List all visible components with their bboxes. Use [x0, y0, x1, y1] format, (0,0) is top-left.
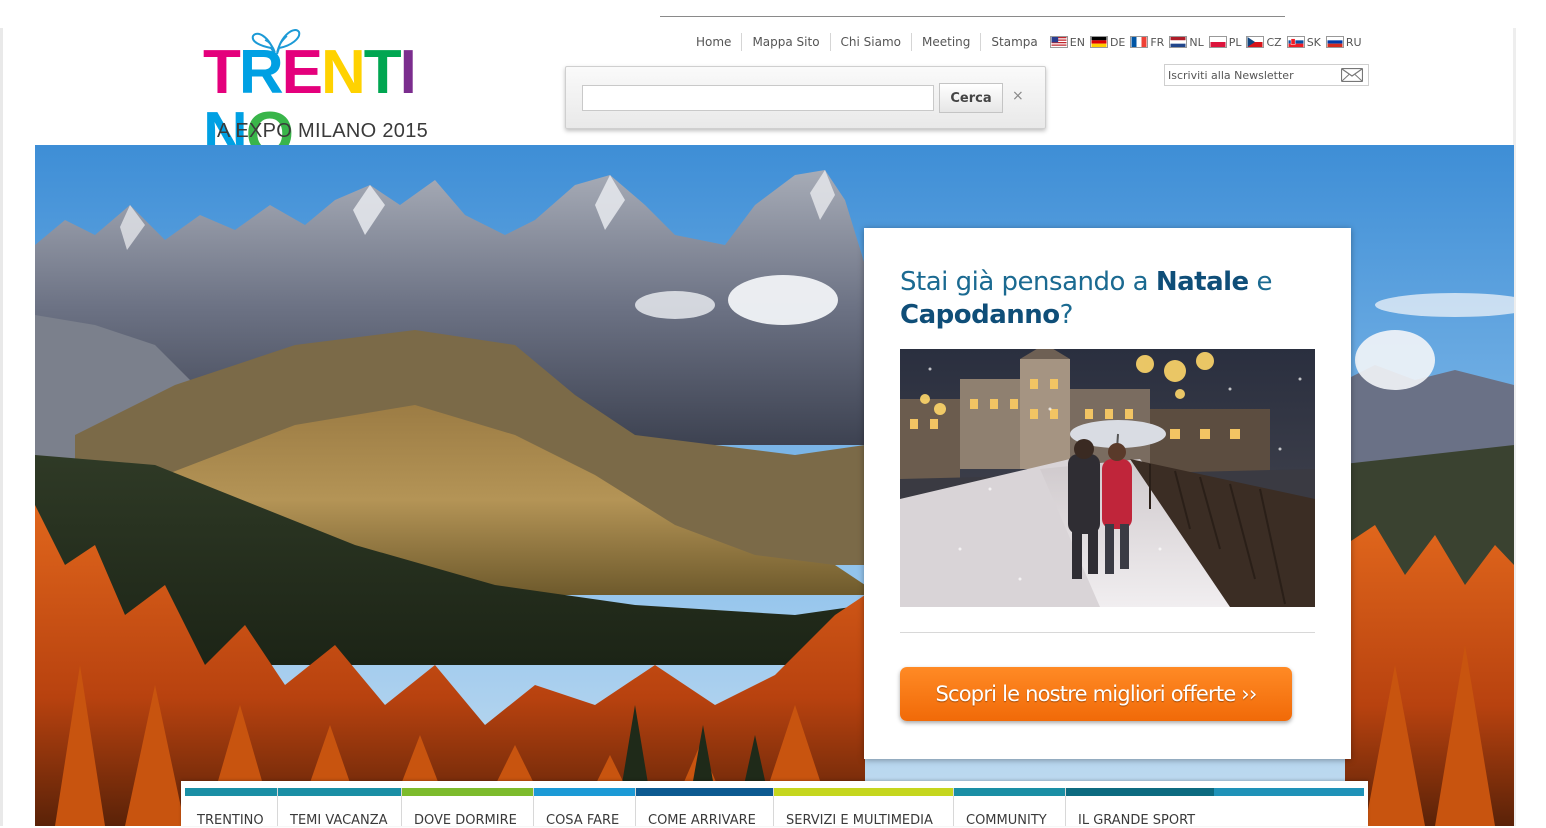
menu-tail-bar: [1214, 788, 1364, 796]
menu-item-trentino[interactable]: TRENTINO: [185, 788, 278, 828]
search-input[interactable]: [582, 85, 934, 111]
promo-photo[interactable]: [900, 349, 1315, 607]
search-panel: Cerca ×: [565, 66, 1046, 129]
promo-title: Stai già pensando a Natale e Capodanno?: [900, 267, 1272, 330]
lang-nl[interactable]: NL: [1169, 36, 1204, 49]
logo-letter: R: [238, 38, 284, 107]
logo-letter: E: [281, 38, 323, 107]
language-selector: EN DE FR NL PL CZ SK RU: [1049, 36, 1367, 49]
winter-couple-photo: [900, 349, 1315, 607]
promo-card: Stai già pensando a Natale e Capodanno?: [864, 228, 1351, 759]
lang-cz[interactable]: CZ: [1246, 36, 1282, 49]
main-menu: TRENTINO TEMI VACANZA DOVE DORMIRE COSA …: [181, 781, 1368, 828]
nav-link-about[interactable]: Chi Siamo: [831, 33, 913, 51]
menu-item-getting-there[interactable]: COME ARRIVARE: [636, 788, 774, 828]
offers-button[interactable]: Scopri le nostre migliori offerte ››: [900, 667, 1292, 721]
top-nav: Home Mappa Sito Chi Siamo Meeting Stampa…: [686, 33, 1367, 51]
flag-sk-icon: [1286, 36, 1305, 48]
newsletter-signup: [1164, 64, 1369, 86]
close-icon[interactable]: ×: [1012, 88, 1024, 104]
logo-letter: T: [363, 38, 402, 107]
lang-sk[interactable]: SK: [1286, 36, 1321, 49]
lang-de[interactable]: DE: [1089, 36, 1125, 49]
menu-bar: [954, 788, 1065, 796]
nav-link-press[interactable]: Stampa: [981, 33, 1047, 51]
lang-fr[interactable]: FR: [1130, 36, 1164, 49]
flag-de-icon: [1089, 36, 1108, 48]
menu-bar: [1066, 788, 1214, 796]
flag-cz-icon: [1246, 36, 1265, 48]
nav-link-home[interactable]: Home: [686, 33, 743, 51]
site-logo[interactable]: TRENTINO A EXPO MILANO 2015: [203, 24, 438, 166]
main-menu-items: TRENTINO TEMI VACANZA DOVE DORMIRE COSA …: [185, 788, 1214, 828]
lang-pl[interactable]: PL: [1208, 36, 1241, 49]
menu-bar: [774, 788, 953, 796]
lang-en[interactable]: EN: [1049, 36, 1085, 49]
nav-link-meeting[interactable]: Meeting: [912, 33, 982, 51]
top-rule: [660, 16, 1285, 17]
logo-subtitle: A EXPO MILANO 2015: [217, 120, 429, 142]
menu-bar: [278, 788, 401, 796]
newsletter-input[interactable]: [1168, 67, 1338, 83]
menu-item-things-to-do[interactable]: COSA FARE: [534, 788, 636, 828]
menu-bar: [636, 788, 773, 796]
logo-letter: I: [399, 38, 417, 107]
menu-bar: [534, 788, 635, 796]
flag-pl-icon: [1208, 36, 1227, 48]
menu-item-where-to-stay[interactable]: DOVE DORMIRE: [402, 788, 534, 828]
menu-bar: [185, 788, 277, 796]
logo-letter: N: [321, 38, 366, 107]
promo-divider: [900, 632, 1315, 633]
logo-letter: T: [203, 38, 241, 107]
page-edge: [0, 28, 3, 826]
flag-en-icon: [1049, 36, 1068, 48]
menu-bar: [402, 788, 533, 796]
menu-item-community[interactable]: COMMUNITY: [954, 788, 1066, 828]
mail-icon[interactable]: [1341, 68, 1363, 82]
flag-ru-icon: [1325, 36, 1344, 48]
menu-item-great-sport[interactable]: IL GRANDE SPORT: [1066, 788, 1214, 828]
nav-link-site-map[interactable]: Mappa Sito: [742, 33, 831, 51]
flag-fr-icon: [1130, 36, 1149, 48]
lang-ru[interactable]: RU: [1325, 36, 1362, 49]
search-button[interactable]: Cerca: [939, 83, 1003, 113]
menu-item-services-multimedia[interactable]: SERVIZI E MULTIMEDIA: [774, 788, 954, 828]
menu-item-holiday-themes[interactable]: TEMI VACANZA: [278, 788, 402, 828]
flag-nl-icon: [1169, 36, 1188, 48]
